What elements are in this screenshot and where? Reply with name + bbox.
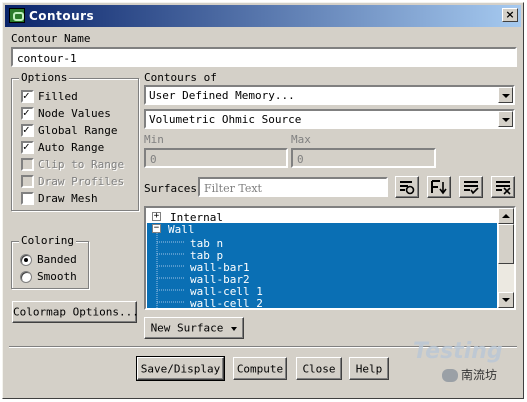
- collapse-minus-icon[interactable]: −: [152, 224, 161, 233]
- help-button[interactable]: Help: [349, 357, 389, 380]
- checkbox-box: [21, 192, 34, 205]
- select-visible-surfaces-button[interactable]: [459, 176, 483, 198]
- sort-surfaces-button[interactable]: [427, 176, 451, 198]
- close-button[interactable]: Close: [296, 357, 342, 380]
- select-all-surfaces-button[interactable]: [395, 176, 419, 198]
- contours-dialog: Contours × Contour Name contour-1 Option…: [2, 2, 524, 399]
- surface-filter-placeholder: Filter Text: [204, 182, 262, 195]
- scroll-up-icon[interactable]: [498, 208, 514, 224]
- filled-label: Filled: [38, 90, 78, 103]
- testing-watermark: Testing: [413, 339, 503, 364]
- tree-item-label: wall-cell_2: [190, 297, 263, 310]
- compute-label: Compute: [236, 362, 284, 375]
- surfaces-tree-list[interactable]: + Internal − Wall tab_n tab_p wall-bar1 …: [144, 206, 516, 310]
- checkbox-box: ✓: [21, 123, 34, 137]
- select-visible-icon: [464, 181, 479, 195]
- min-input: 0: [144, 148, 288, 168]
- brand-name: 南流坊: [461, 368, 498, 382]
- smooth-label: Smooth: [37, 270, 77, 283]
- compute-button[interactable]: Compute: [233, 357, 287, 380]
- min-value: 0: [150, 153, 157, 166]
- fluent-app-icon: [9, 8, 25, 23]
- check-mark-icon: ✓: [23, 89, 30, 102]
- vertical-scrollbar[interactable]: [498, 208, 514, 308]
- draw-profiles-label: Draw Profiles: [38, 175, 125, 188]
- deselect-all-icon: [496, 181, 511, 195]
- checkbox-box: ✓: [21, 106, 34, 120]
- surface-filter-input[interactable]: Filter Text: [198, 177, 388, 197]
- banded-label: Banded: [37, 253, 77, 266]
- chevron-down-icon[interactable]: [498, 111, 513, 127]
- contour-name-value: contour-1: [17, 52, 77, 65]
- max-input: 0: [291, 148, 436, 168]
- tree-connector-lines: [156, 233, 184, 308]
- chevron-down-icon[interactable]: [498, 87, 513, 103]
- max-value: 0: [297, 153, 304, 166]
- contour-name-input[interactable]: contour-1: [11, 47, 517, 67]
- node-values-label: Node Values: [38, 107, 111, 120]
- help-label: Help: [355, 362, 383, 375]
- contours-category-dropdown[interactable]: User Defined Memory...: [144, 85, 515, 105]
- coloring-legend: Coloring: [19, 234, 76, 247]
- contours-variable-dropdown[interactable]: Volumetric Ohmic Source: [144, 109, 515, 129]
- clip-to-range-label: Clip to Range: [38, 158, 125, 171]
- colormap-options-button[interactable]: Colormap Options...: [12, 301, 139, 323]
- checkbox-box: ✓: [21, 89, 34, 103]
- min-label: Min: [144, 133, 164, 146]
- colormap-options-label: Colormap Options...: [13, 305, 139, 319]
- save-display-label: Save/Display: [140, 362, 221, 375]
- title-bar[interactable]: Contours ×: [5, 5, 521, 27]
- scroll-thumb[interactable]: [498, 224, 514, 264]
- options-group: Options ✓ Filled ✓ Node Values ✓ Global …: [11, 71, 139, 211]
- wechat-icon: [442, 369, 458, 382]
- deselect-all-surfaces-button[interactable]: [491, 176, 515, 198]
- new-surface-button[interactable]: New Surface: [144, 317, 244, 339]
- contour-name-label: Contour Name: [11, 32, 91, 45]
- window-title: Contours: [29, 9, 95, 23]
- global-range-label: Global Range: [38, 124, 118, 137]
- checkbox-box: ✓: [21, 140, 34, 154]
- contours-variable-value: Volumetric Ohmic Source: [149, 113, 302, 126]
- radio-dot: [20, 254, 32, 266]
- close-label: Close: [302, 362, 336, 375]
- checkbox-box: [21, 158, 34, 171]
- scroll-down-icon[interactable]: [498, 292, 514, 308]
- options-legend: Options: [19, 71, 70, 84]
- sort-icon: [431, 180, 447, 195]
- surfaces-label: Surfaces: [144, 182, 197, 195]
- coloring-group: Coloring Banded Smooth: [11, 234, 89, 289]
- max-label: Max: [291, 133, 311, 146]
- checkbox-box: [21, 175, 34, 188]
- contours-category-value: User Defined Memory...: [149, 89, 295, 102]
- wechat-brand-badge: 南流坊: [442, 366, 497, 383]
- draw-mesh-label: Draw Mesh: [38, 192, 98, 205]
- new-surface-label: New Surface: [150, 321, 224, 335]
- contours-of-label: Contours of: [144, 71, 217, 84]
- radio-dot: [20, 271, 32, 283]
- check-mark-icon: ✓: [23, 140, 30, 153]
- expand-plus-icon[interactable]: +: [152, 212, 161, 221]
- chevron-down-icon: [231, 327, 237, 331]
- check-mark-icon: ✓: [23, 106, 30, 119]
- close-window-button[interactable]: ×: [502, 8, 518, 22]
- save-display-button[interactable]: Save/Display: [136, 356, 225, 381]
- check-mark-icon: ✓: [23, 123, 30, 136]
- select-all-icon: [400, 181, 415, 195]
- auto-range-label: Auto Range: [38, 141, 105, 154]
